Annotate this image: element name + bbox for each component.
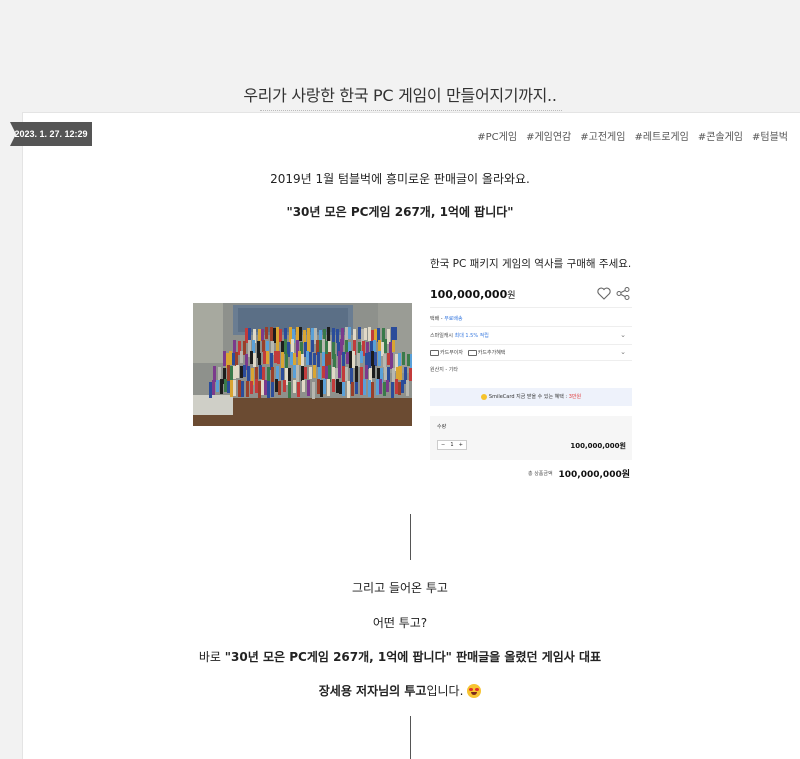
delivery-info: 택배 - 무료배송 [430,316,463,322]
sale-quote: "30년 모은 PC게임 267개, 1억에 팝니다" [286,205,514,219]
card-icon [430,349,439,356]
game-collection-photo [193,303,412,426]
listing-price: 100,000,000원 [430,288,516,301]
heart-eyes-emoji-icon [467,684,482,698]
tag-link[interactable]: #게임연감 [526,128,571,143]
listing-title: 한국 PC 패키지 게임의 역사를 구매해 주세요. [430,258,632,270]
title-divider [260,110,562,111]
tag-link[interactable]: #PC게임 [477,128,517,143]
divider [430,307,632,308]
quantity-box: 수량 − 1 + 100,000,000원 [430,416,632,460]
tag-list: #PC게임 #게임연감 #고전게임 #레트로게임 #콘솔게임 #텀블벅 [477,128,788,143]
smilecard-icon [480,393,487,400]
smile-cash-info[interactable]: 스마일캐시 최대 1.5% 적립 [430,332,489,339]
chevron-down-icon[interactable]: ⌄ [620,331,626,339]
share-icon[interactable] [616,287,630,300]
paragraph: 바로 "30년 모은 PC게임 267개, 1억에 팝니다" 판매글을 올렸던 … [198,650,602,664]
quantity-label: 수량 [437,424,447,430]
quantity-value: 1 [450,442,454,448]
quantity-price: 100,000,000원 [570,442,626,450]
paragraph: 장세용 저자님의 투고입니다. [0,682,800,699]
origin-info: 원산지 - 기타 [430,367,458,373]
heart-icon[interactable] [597,287,611,300]
paragraph: 어떤 투고? [372,616,428,630]
tag-link[interactable]: #고전게임 [580,128,625,143]
tag-link[interactable]: #콘솔게임 [698,128,743,143]
total-label: 총 상품금액 [528,471,553,477]
quantity-stepper[interactable]: − 1 + [437,440,467,450]
plus-button[interactable]: + [459,441,463,449]
divider [430,326,632,327]
intro-paragraph: 2019년 1월 텀블벅에 흥미로운 판매글이 올라와요. [270,172,530,186]
chevron-down-icon[interactable]: ⌄ [620,348,626,356]
post-date-badge: 2023. 1. 27. 12:29 [10,122,92,146]
smilecard-banner[interactable]: SmileCard 지금 받을 수 있는 혜택 : 3만원 [430,388,632,406]
total-price: 100,000,000원 [558,470,630,480]
card-benefits[interactable]: 카드무이자 카드추가혜택 [430,349,505,356]
vertical-divider [410,716,411,759]
vertical-divider [410,514,411,560]
product-listing-card: 한국 PC 패키지 게임의 역사를 구매해 주세요. 100,000,000원 … [430,250,632,482]
post-title: 우리가 사랑한 한국 PC 게임이 만들어지기까지.. [243,86,557,105]
divider [430,360,632,361]
paragraph: 그리고 들어온 투고 [352,581,448,595]
tag-link[interactable]: #텀블벅 [752,128,788,143]
tag-link[interactable]: #레트로게임 [634,128,688,143]
card-icon [467,349,477,356]
divider [430,344,632,345]
minus-button[interactable]: − [441,441,445,449]
